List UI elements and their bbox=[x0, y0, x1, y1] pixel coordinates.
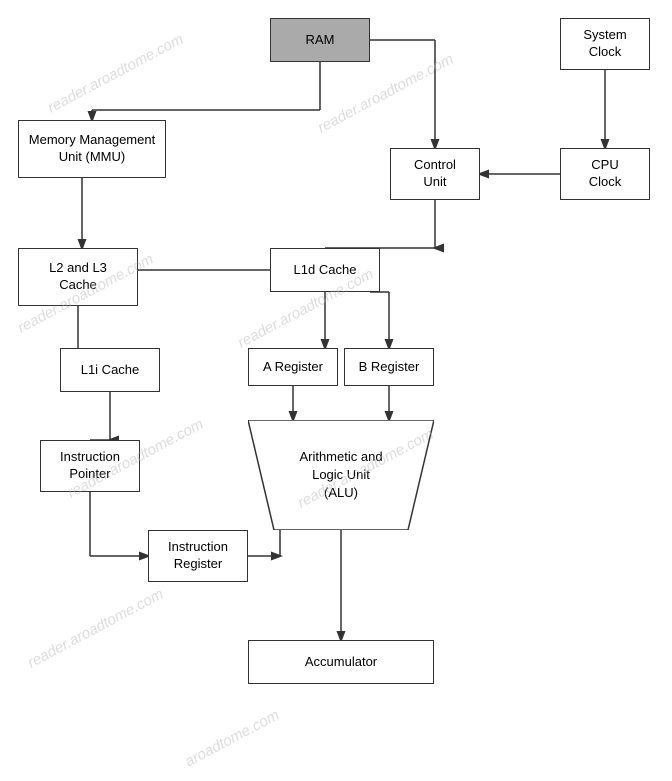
system-clock-box: SystemClock bbox=[560, 18, 650, 70]
l1i-label: L1i Cache bbox=[81, 362, 140, 379]
control-unit-box: ControlUnit bbox=[390, 148, 480, 200]
mmu-box: Memory ManagementUnit (MMU) bbox=[18, 120, 166, 178]
alu-label: Arithmetic andLogic Unit(ALU) bbox=[299, 448, 382, 503]
diagram-container: RAM SystemClock Memory ManagementUnit (M… bbox=[0, 0, 672, 781]
b-register-box: B Register bbox=[344, 348, 434, 386]
instruction-pointer-label: InstructionPointer bbox=[60, 449, 120, 483]
l2l3-box: L2 and L3Cache bbox=[18, 248, 138, 306]
accumulator-label: Accumulator bbox=[305, 654, 377, 671]
mmu-label: Memory ManagementUnit (MMU) bbox=[29, 132, 155, 166]
accumulator-box: Accumulator bbox=[248, 640, 434, 684]
l1d-label: L1d Cache bbox=[294, 262, 357, 279]
cpu-clock-label: CPUClock bbox=[589, 157, 622, 191]
a-register-label: A Register bbox=[263, 359, 323, 376]
l1d-box: L1d Cache bbox=[270, 248, 380, 292]
watermark-1: reader.aroadtome.com bbox=[45, 31, 186, 117]
alu-box: Arithmetic andLogic Unit(ALU) bbox=[248, 420, 434, 530]
a-register-box: A Register bbox=[248, 348, 338, 386]
instruction-register-box: InstructionRegister bbox=[148, 530, 248, 582]
b-register-label: B Register bbox=[359, 359, 420, 376]
watermark-8: aroadtome.com bbox=[182, 707, 282, 771]
watermark-7: reader.aroadtome.com bbox=[25, 586, 166, 672]
instruction-register-label: InstructionRegister bbox=[168, 539, 228, 573]
ram-box: RAM bbox=[270, 18, 370, 62]
l1i-box: L1i Cache bbox=[60, 348, 160, 392]
control-unit-label: ControlUnit bbox=[414, 157, 456, 191]
cpu-clock-box: CPUClock bbox=[560, 148, 650, 200]
ram-label: RAM bbox=[306, 32, 335, 49]
watermark-2: reader.aroadtome.com bbox=[315, 51, 456, 137]
l2l3-label: L2 and L3Cache bbox=[49, 260, 107, 294]
instruction-pointer-box: InstructionPointer bbox=[40, 440, 140, 492]
system-clock-label: SystemClock bbox=[583, 27, 626, 61]
